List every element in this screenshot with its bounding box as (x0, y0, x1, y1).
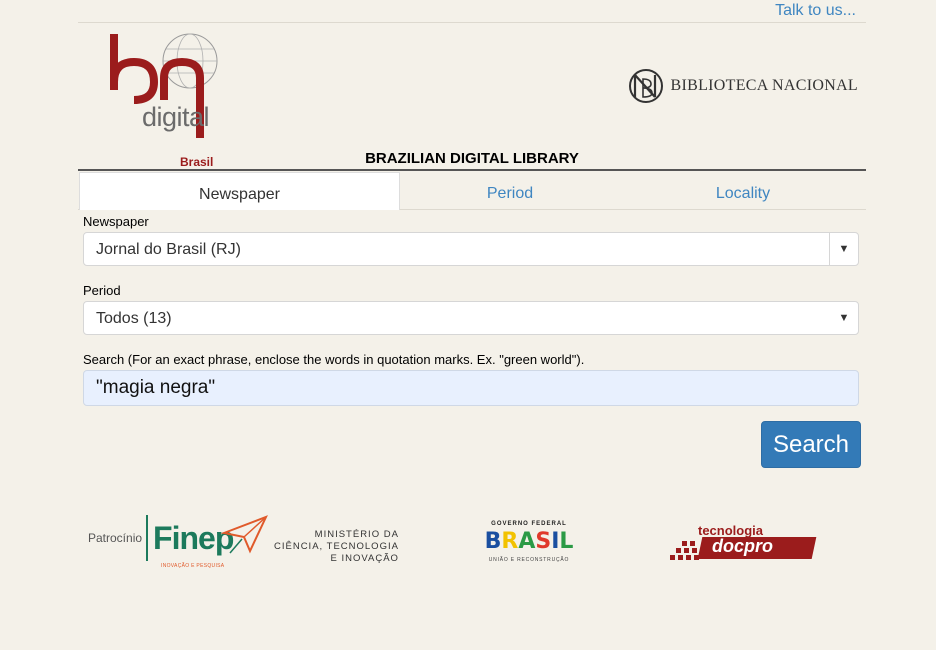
library-name: BIBLIOTECA NACIONAL (670, 77, 858, 94)
period-select-value: Todos (13) (96, 310, 172, 327)
governo-federal-logo[interactable]: GOVERNO FEDERAL BRASIL UNIÃO E RECONSTRU… (480, 521, 578, 571)
period-label: Period (83, 283, 121, 298)
search-label: Search (For an exact phrase, enclose the… (83, 352, 585, 367)
finep-divider (146, 515, 149, 561)
sponsors-bar: Patrocínio Finep INOVAÇÃO E PESQUISA MIN… (78, 505, 866, 580)
gov-top-text: GOVERNO FEDERAL (491, 521, 567, 527)
ministerio-logo[interactable]: MINISTÉRIO DA CIÊNCIA, TECNOLOGIA E INOV… (274, 529, 399, 565)
page-title: BRAZILIAN DIGITAL LIBRARY (365, 150, 579, 167)
talk-to-us-link[interactable]: Talk to us... (775, 2, 856, 20)
caret-down-icon[interactable]: ▼ (829, 233, 858, 265)
newspaper-select-value: Jornal do Brasil (RJ) (96, 241, 241, 258)
finep-tagline: INOVAÇÃO E PESQUISA (161, 563, 225, 569)
tab-locality[interactable]: Locality (643, 172, 843, 209)
mcti-line-1: MINISTÉRIO DA (314, 529, 399, 540)
tab-period[interactable]: Period (410, 172, 610, 209)
title-divider (78, 169, 866, 171)
docpro-wordmark: docpro (712, 536, 773, 556)
patrocinio-label: Patrocínio (88, 531, 143, 545)
finep-logo[interactable]: Patrocínio Finep INOVAÇÃO E PESQUISA (88, 515, 268, 569)
newspaper-select[interactable]: Jornal do Brasil (RJ) ▼ (83, 232, 859, 266)
search-tabs: Newspaper Period Locality (78, 172, 866, 210)
search-input[interactable] (83, 370, 859, 406)
bn-monogram-icon (628, 69, 663, 103)
page-container: Talk to us... digital Brasil BIBLIOTECA … (78, 0, 866, 650)
period-select[interactable]: Todos (13) ▼ (83, 301, 859, 335)
caret-down-icon[interactable]: ▼ (830, 302, 858, 334)
mcti-line-2: CIÊNCIA, TECNOLOGIA (274, 541, 399, 552)
search-button[interactable]: Search (761, 421, 861, 468)
newspaper-label: Newspaper (83, 214, 149, 229)
gov-bottom-text: UNIÃO E RECONSTRUÇÃO (488, 557, 570, 563)
top-divider (78, 22, 866, 23)
gov-brasil-wordmark: BRASIL (484, 529, 574, 554)
docpro-logo[interactable]: tecnologia docpro (668, 523, 818, 563)
bn-digital-logo[interactable]: digital Brasil (108, 30, 228, 169)
paper-plane-icon (220, 515, 268, 554)
mcti-line-3: E INOVAÇÃO (330, 553, 399, 564)
biblioteca-nacional-logo[interactable]: BIBLIOTECA NACIONAL (627, 68, 858, 104)
logo-digital-text: digital (142, 102, 210, 132)
tab-newspaper[interactable]: Newspaper (79, 172, 400, 210)
